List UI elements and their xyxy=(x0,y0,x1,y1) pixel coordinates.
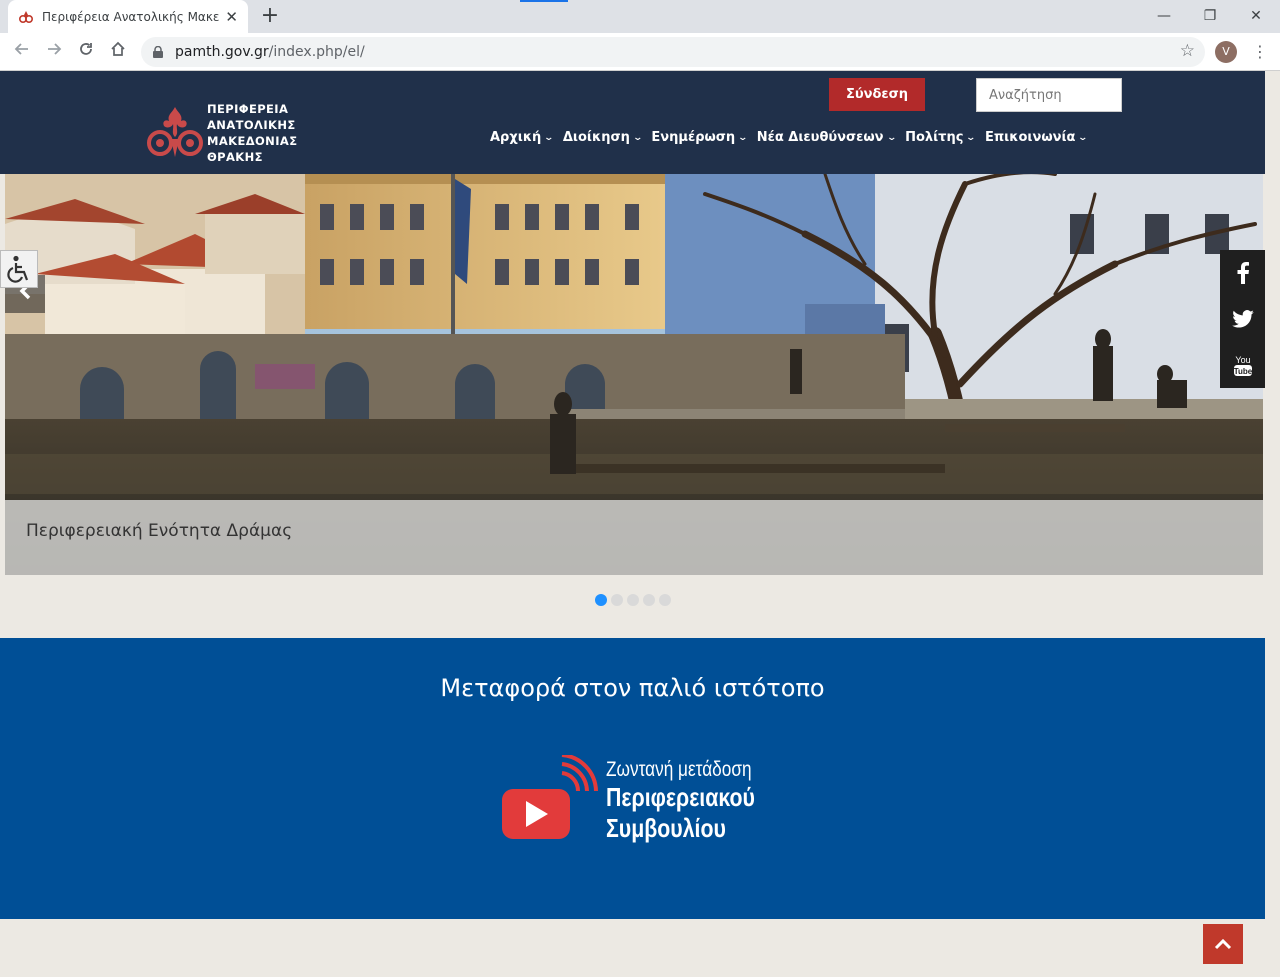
slider-dot[interactable] xyxy=(627,594,639,606)
youtube-button[interactable]: You Tube xyxy=(1220,342,1265,388)
browser-menu-icon[interactable]: ⋮ xyxy=(1252,40,1268,64)
nav-item-news[interactable]: Ενημέρωση ⌄ xyxy=(651,130,749,145)
site-header: ΠΕΡΙΦΕΡΕΙΑ ΑΝΑΤΟΛΙΚΗΣ ΜΑΚΕΔΟΝΙΑΣ ΘΡΑΚΗΣ … xyxy=(0,71,1265,174)
new-tab-button[interactable]: + xyxy=(258,4,282,28)
slider-dot-active[interactable] xyxy=(595,594,607,606)
nav-label: Αρχική xyxy=(490,130,542,145)
tab-title: Περιφέρεια Ανατολικής Μακεδο xyxy=(42,9,220,24)
nav-item-citizen[interactable]: Πολίτης ⌄ xyxy=(905,130,977,145)
wheelchair-icon xyxy=(7,255,29,283)
live-stream-banner[interactable]: Ζωντανή μετάδοση Περιφερειακού Συμβουλίο… xyxy=(500,755,780,855)
logo-line: ΘΡΑΚΗΣ xyxy=(207,150,263,164)
svg-text:Tube: Tube xyxy=(1233,367,1252,376)
url-text: pamth.gov.gr/index.php/el/ xyxy=(175,44,365,60)
browser-toolbar: pamth.gov.gr/index.php/el/ ☆ V ⋮ xyxy=(0,33,1280,71)
bookmark-star-icon[interactable]: ☆ xyxy=(1180,41,1195,61)
chevron-down-icon: ⌄ xyxy=(886,132,897,143)
scroll-to-top-button[interactable] xyxy=(1203,924,1243,964)
site-logo[interactable]: ΠΕΡΙΦΕΡΕΙΑ ΑΝΑΤΟΛΙΚΗΣ ΜΑΚΕΔΟΝΙΑΣ ΘΡΑΚΗΣ xyxy=(145,101,297,165)
window-close-button[interactable]: ✕ xyxy=(1244,4,1268,28)
chevron-down-icon: ⌄ xyxy=(632,132,643,143)
twitter-button[interactable] xyxy=(1220,296,1265,342)
logo-emblem-icon xyxy=(147,107,203,157)
twitter-icon xyxy=(1231,310,1254,328)
forward-arrow-icon[interactable] xyxy=(42,40,66,64)
logo-line: ΠΕΡΙΦΕΡΕΙΑ xyxy=(207,102,289,116)
site-favicon-icon xyxy=(18,9,34,25)
slider-dot[interactable] xyxy=(643,594,655,606)
profile-avatar[interactable]: V xyxy=(1215,41,1237,63)
nav-item-home[interactable]: Αρχική ⌄ xyxy=(490,130,555,145)
nav-label: Νέα Διευθύνσεων xyxy=(756,130,884,145)
youtube-icon: You Tube xyxy=(1233,355,1252,376)
live-line-1: Ζωντανή μετάδοση xyxy=(606,758,752,781)
live-line-2: Περιφερειακού xyxy=(606,782,755,812)
slider-dot[interactable] xyxy=(611,594,623,606)
facebook-icon xyxy=(1237,262,1249,284)
search-input[interactable] xyxy=(976,78,1122,112)
url-host: pamth.gov.gr xyxy=(175,44,269,60)
tab-close-icon[interactable]: ✕ xyxy=(225,8,238,26)
youtube-play-icon xyxy=(502,755,598,839)
main-navigation: Αρχική ⌄ Διοίκηση ⌄ Ενημέρωση ⌄ Νέα Διευθύν… xyxy=(490,130,1097,145)
logo-text: ΠΕΡΙΦΕΡΕΙΑ ΑΝΑΤΟΛΙΚΗΣ ΜΑΚΕΔΟΝΙΑΣ ΘΡΑΚΗΣ xyxy=(207,101,297,165)
old-site-link[interactable]: Μεταφορά στον παλιό ιστότοπο xyxy=(0,674,1265,702)
live-stream-text: Ζωντανή μετάδοση Περιφερειακού Συμβουλίο… xyxy=(606,758,788,844)
slide-caption-bar: Περιφερειακή Ενότητα Δράμας xyxy=(5,500,1263,575)
logo-line: ΑΝΑΤΟΛΙΚΗΣ xyxy=(207,118,296,132)
reload-icon[interactable] xyxy=(74,40,98,64)
browser-tabbar: Περιφέρεια Ανατολικής Μακεδο ✕ + — ❐ ✕ xyxy=(0,0,1280,33)
logo-line: ΜΑΚΕΔΟΝΙΑΣ xyxy=(207,134,298,148)
back-arrow-icon[interactable] xyxy=(10,40,34,64)
nav-item-department-news[interactable]: Νέα Διευθύνσεων ⌄ xyxy=(756,130,897,145)
chevron-down-icon: ⌄ xyxy=(543,132,555,143)
live-line-3: Συμβουλίου xyxy=(606,813,726,843)
slider-pagination xyxy=(595,594,675,606)
nav-label: Πολίτης xyxy=(905,130,964,145)
facebook-button[interactable] xyxy=(1220,250,1265,296)
image-slider[interactable]: Περιφερειακή Ενότητα Δράμας xyxy=(5,174,1263,575)
tab-loading-indicator xyxy=(520,0,568,2)
nav-label: Ενημέρωση xyxy=(651,130,736,145)
login-button[interactable]: Σύνδεση xyxy=(829,78,925,111)
nav-item-contact[interactable]: Επικοινωνία ⌄ xyxy=(985,130,1089,145)
accessibility-button[interactable] xyxy=(0,250,38,288)
url-path: /index.php/el/ xyxy=(268,44,365,60)
restore-button[interactable]: ❐ xyxy=(1198,4,1222,28)
lock-icon xyxy=(153,46,163,58)
minimize-button[interactable]: — xyxy=(1152,4,1176,28)
svg-text:You: You xyxy=(1235,355,1250,365)
slide-caption: Περιφερειακή Ενότητα Δράμας xyxy=(26,521,293,541)
chevron-down-icon: ⌄ xyxy=(737,132,749,143)
promo-section: Μεταφορά στον παλιό ιστότοπο Ζωντανή μετ… xyxy=(0,638,1265,919)
browser-tab[interactable]: Περιφέρεια Ανατολικής Μακεδο ✕ xyxy=(8,0,248,33)
home-icon[interactable] xyxy=(106,40,130,64)
nav-item-administration[interactable]: Διοίκηση ⌄ xyxy=(562,130,643,145)
chevron-down-icon: ⌄ xyxy=(965,132,977,143)
chevron-down-icon: ⌄ xyxy=(1077,132,1089,143)
chevron-up-icon xyxy=(1214,938,1232,950)
nav-label: Διοίκηση xyxy=(562,130,630,145)
nav-label: Επικοινωνία xyxy=(985,130,1076,145)
address-bar[interactable]: pamth.gov.gr/index.php/el/ ☆ xyxy=(141,37,1205,67)
slider-dot[interactable] xyxy=(659,594,671,606)
